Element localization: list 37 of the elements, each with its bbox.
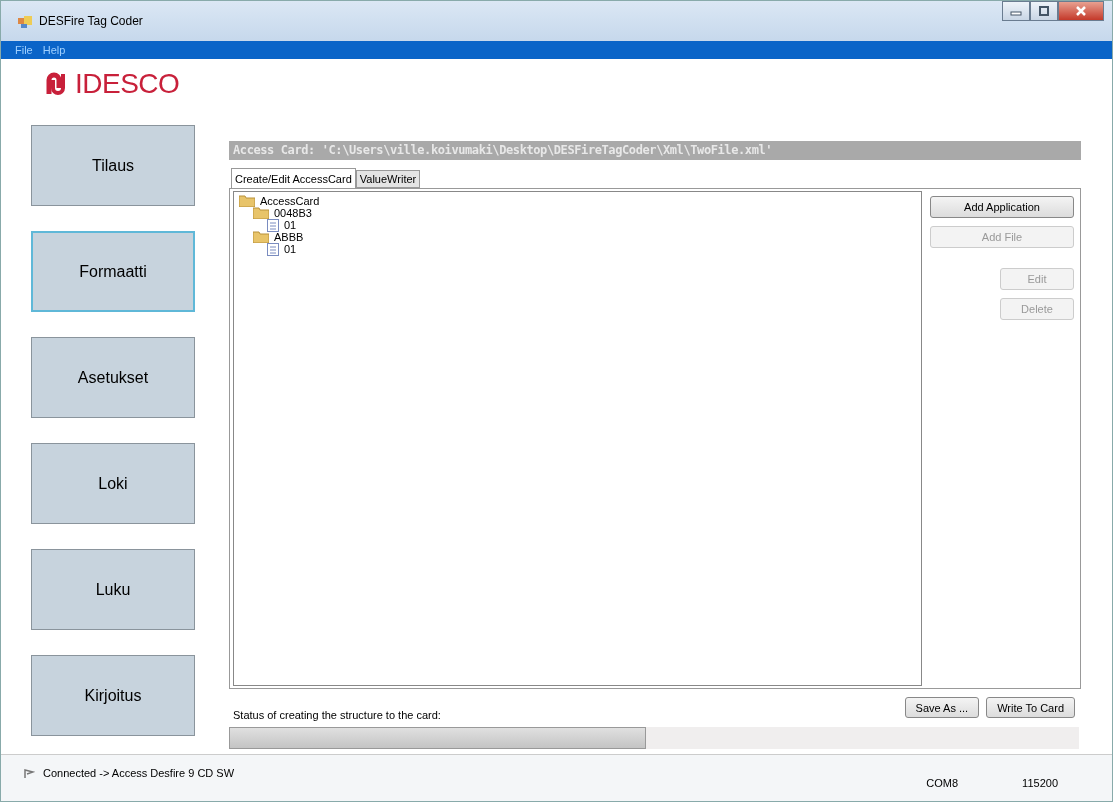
connection-status: Connected -> Access Desfire 9 CD SW [43,767,235,779]
folder-icon [253,231,269,243]
nav-button[interactable]: Luku [31,549,195,630]
footer-button[interactable]: Save As ... [904,697,980,718]
app-icon [17,13,33,29]
nav-button[interactable]: Loki [31,443,195,524]
tree-item[interactable]: 0048B3 [274,207,312,219]
status-label: Status of creating the structure to the card: [233,709,441,721]
tab[interactable]: ValueWriter [355,170,421,188]
folder-icon [253,207,269,219]
close-button[interactable] [1058,1,1104,21]
maximize-button[interactable] [1030,1,1058,21]
nav-button[interactable]: Kirjoitus [31,655,195,736]
nav-button[interactable]: Asetukset [31,337,195,418]
action-button[interactable]: Add Application [930,196,1074,218]
close-icon [1075,6,1087,16]
document-icon [267,242,279,256]
logo-text: IDESCO [75,68,180,100]
baud-rate: 115200 [1021,776,1059,789]
tree-item[interactable]: ABBB [274,231,304,243]
tree-item[interactable]: 01 [284,243,297,255]
nav-button[interactable]: Formaatti [31,231,195,312]
nav-button[interactable]: Tilaus [31,125,195,206]
connection-icon [23,767,35,779]
port-label: COM8 [926,776,959,789]
menu-item[interactable]: File [15,44,33,56]
folder-icon [239,195,255,207]
document-icon [267,218,279,232]
tab[interactable]: Create/Edit AccessCard [231,168,356,188]
footer-button[interactable]: Write To Card [986,697,1075,718]
menu-item[interactable]: Help [42,44,66,56]
file-path-header: Access Card: 'C:\Users\ville.koivumaki\Desktop\DESFireTagCoder\Xml\TwoFile.xml' [229,141,1081,160]
maximize-icon [1038,6,1050,16]
minimize-button[interactable] [1002,1,1030,21]
tree-item[interactable]: 01 [284,219,297,231]
tree-item[interactable]: AccessCard [260,195,320,207]
window-title: DESFire Tag Coder [39,14,143,28]
